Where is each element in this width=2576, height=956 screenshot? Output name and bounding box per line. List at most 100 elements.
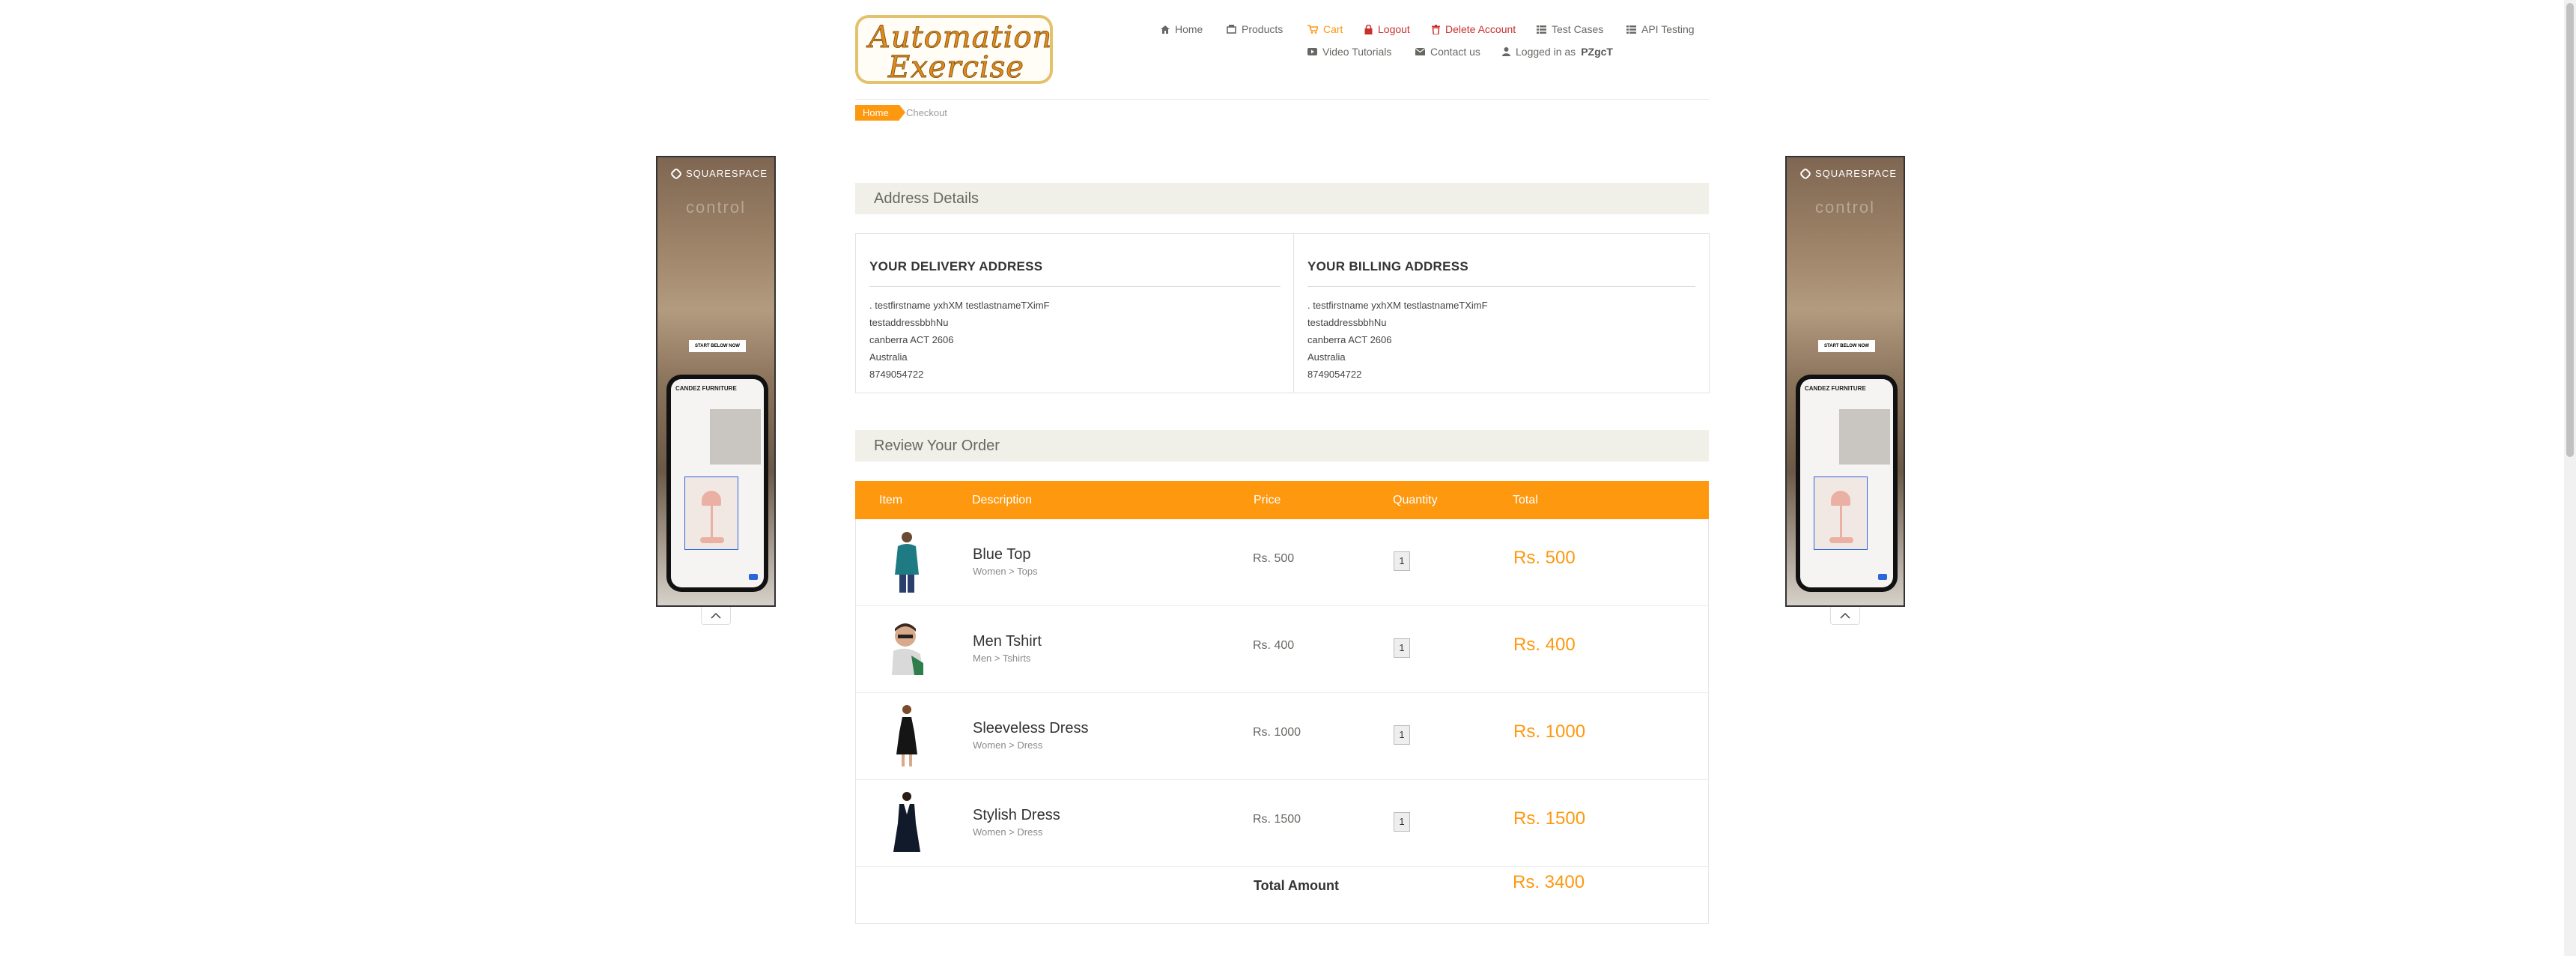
col-quantity: Quantity bbox=[1393, 494, 1438, 506]
ad-table-photo bbox=[1839, 409, 1890, 465]
left-ad-banner[interactable]: SQUARESPACE control START BELOW NOW CAND… bbox=[656, 156, 776, 607]
ad-lamp-photo bbox=[1814, 477, 1868, 550]
product-image-stylish-dress[interactable] bbox=[884, 789, 929, 856]
product-image-blue-top[interactable] bbox=[884, 528, 929, 596]
list-icon bbox=[1626, 25, 1636, 34]
product-price: Rs. 400 bbox=[1253, 639, 1295, 652]
billing-address-country: Australia bbox=[1307, 351, 1346, 363]
ad-cta-button[interactable]: START BELOW NOW bbox=[689, 340, 746, 352]
lamp-pole bbox=[1840, 506, 1842, 537]
right-ad-banner[interactable]: SQUARESPACE control START BELOW NOW CAND… bbox=[1785, 156, 1905, 607]
nav-products[interactable]: Products bbox=[1227, 23, 1283, 35]
logo-line-1: Automation bbox=[868, 20, 1053, 55]
ad-brand: SQUARESPACE bbox=[1800, 168, 1897, 179]
products-icon bbox=[1227, 25, 1236, 34]
nav-home-label: Home bbox=[1175, 23, 1203, 35]
product-quantity: 1 bbox=[1394, 725, 1410, 745]
table-row: Blue Top Women > Tops Rs. 500 1 Rs. 500 bbox=[856, 519, 1710, 606]
ad-phone-mockup: CANDEZ FURNITURE bbox=[666, 375, 768, 592]
ad-lamp-photo bbox=[684, 477, 738, 550]
table-row: Men Tshirt Men > Tshirts Rs. 400 1 Rs. 4… bbox=[856, 606, 1710, 693]
billing-address-title: YOUR BILLING ADDRESS bbox=[1307, 259, 1469, 273]
delivery-address-box: YOUR DELIVERY ADDRESS . testfirstname yx… bbox=[855, 233, 1295, 393]
nav-logout[interactable]: Logout bbox=[1364, 23, 1410, 35]
chevron-up-icon bbox=[711, 612, 721, 619]
lock-icon bbox=[1364, 24, 1373, 34]
delivery-address-street: testaddressbbhNu bbox=[869, 317, 949, 328]
ad-brand-label: SQUARESPACE bbox=[1815, 168, 1898, 179]
ad-phone-mockup: CANDEZ FURNITURE bbox=[1796, 375, 1898, 592]
logged-in-prefix: Logged in as bbox=[1516, 46, 1576, 58]
breadcrumb-current: Checkout bbox=[906, 107, 947, 118]
product-category: Men > Tshirts bbox=[973, 653, 1031, 664]
ad-screen-heading: CANDEZ FURNITURE bbox=[675, 385, 737, 392]
product-total: Rs. 500 bbox=[1513, 548, 1576, 568]
left-ad-collapse-button[interactable] bbox=[701, 607, 731, 625]
nav-delete-account[interactable]: Delete Account bbox=[1432, 23, 1516, 35]
review-order-heading: Review Your Order bbox=[855, 430, 1709, 462]
order-table-header: Item Description Price Quantity Total bbox=[855, 481, 1709, 519]
delivery-address-city: canberra ACT 2606 bbox=[869, 334, 954, 345]
youtube-icon bbox=[1307, 48, 1317, 55]
billing-address-divider bbox=[1307, 286, 1695, 287]
product-image-men-tshirt[interactable] bbox=[884, 615, 929, 683]
lamp-shade bbox=[702, 491, 721, 506]
product-name[interactable]: Stylish Dress bbox=[973, 807, 1060, 824]
table-row: Stylish Dress Women > Dress Rs. 1500 1 R… bbox=[856, 780, 1710, 867]
billing-address-box: YOUR BILLING ADDRESS . testfirstname yxh… bbox=[1293, 233, 1710, 393]
header-divider bbox=[855, 99, 1709, 100]
ad-table-photo bbox=[710, 409, 761, 465]
nav-api-testing[interactable]: API Testing bbox=[1626, 23, 1695, 35]
ad-ghost-text: control bbox=[685, 198, 747, 217]
ad-cta-button[interactable]: START BELOW NOW bbox=[1818, 340, 1875, 352]
chevron-up-icon bbox=[1840, 612, 1850, 619]
delivery-address-divider bbox=[869, 286, 1281, 287]
product-name[interactable]: Men Tshirt bbox=[973, 633, 1042, 650]
ad-screen-chip bbox=[749, 574, 758, 580]
product-total: Rs. 1000 bbox=[1513, 721, 1586, 742]
nav-video-tutorials[interactable]: Video Tutorials bbox=[1307, 46, 1391, 58]
nav-contact-us-label: Contact us bbox=[1430, 46, 1480, 58]
cart-icon bbox=[1307, 25, 1318, 34]
nav-test-cases-label: Test Cases bbox=[1552, 23, 1604, 35]
page-scrollbar-thumb[interactable] bbox=[2566, 3, 2574, 457]
product-name[interactable]: Blue Top bbox=[973, 546, 1030, 563]
nav-cart-label: Cart bbox=[1323, 23, 1343, 35]
product-quantity: 1 bbox=[1394, 812, 1410, 832]
col-total: Total bbox=[1513, 494, 1538, 506]
col-price: Price bbox=[1254, 494, 1281, 506]
ad-ghost-text: control bbox=[1814, 198, 1876, 217]
list-icon bbox=[1537, 25, 1546, 34]
nav-contact-us[interactable]: Contact us bbox=[1415, 46, 1480, 58]
product-price: Rs. 1000 bbox=[1253, 726, 1301, 739]
product-image-sleeveless-dress[interactable] bbox=[884, 702, 929, 769]
user-icon bbox=[1502, 47, 1510, 56]
nav-video-tutorials-label: Video Tutorials bbox=[1322, 46, 1392, 58]
nav-home[interactable]: Home bbox=[1161, 23, 1203, 35]
delivery-address-country: Australia bbox=[869, 351, 908, 363]
billing-address-street: testaddressbbhNu bbox=[1307, 317, 1387, 328]
home-icon bbox=[1161, 25, 1170, 34]
product-price: Rs. 500 bbox=[1253, 552, 1295, 565]
nav-test-cases[interactable]: Test Cases bbox=[1537, 23, 1603, 35]
trash-icon bbox=[1432, 24, 1440, 34]
nav-logout-label: Logout bbox=[1378, 23, 1410, 35]
lamp-pole bbox=[711, 506, 713, 537]
squarespace-logo-icon bbox=[671, 168, 681, 179]
total-amount-value: Rs. 3400 bbox=[1513, 872, 1585, 892]
lamp-base bbox=[1829, 537, 1853, 543]
table-row: Sleeveless Dress Women > Dress Rs. 1000 … bbox=[856, 693, 1710, 780]
squarespace-logo-icon bbox=[1800, 168, 1811, 179]
address-details-heading: Address Details bbox=[855, 183, 1709, 214]
site-logo[interactable]: Automation Exercise bbox=[855, 15, 1053, 84]
product-total: Rs. 1500 bbox=[1513, 808, 1586, 829]
col-item: Item bbox=[879, 494, 903, 506]
total-amount-label: Total Amount bbox=[1254, 878, 1339, 893]
nav-cart[interactable]: Cart bbox=[1307, 23, 1343, 35]
ad-screen-chip bbox=[1878, 574, 1887, 580]
right-ad-collapse-button[interactable] bbox=[1830, 607, 1860, 625]
product-category: Women > Dress bbox=[973, 826, 1043, 838]
breadcrumb-home[interactable]: Home bbox=[855, 105, 905, 121]
product-name[interactable]: Sleeveless Dress bbox=[973, 720, 1089, 737]
billing-address-city: canberra ACT 2606 bbox=[1307, 334, 1392, 345]
